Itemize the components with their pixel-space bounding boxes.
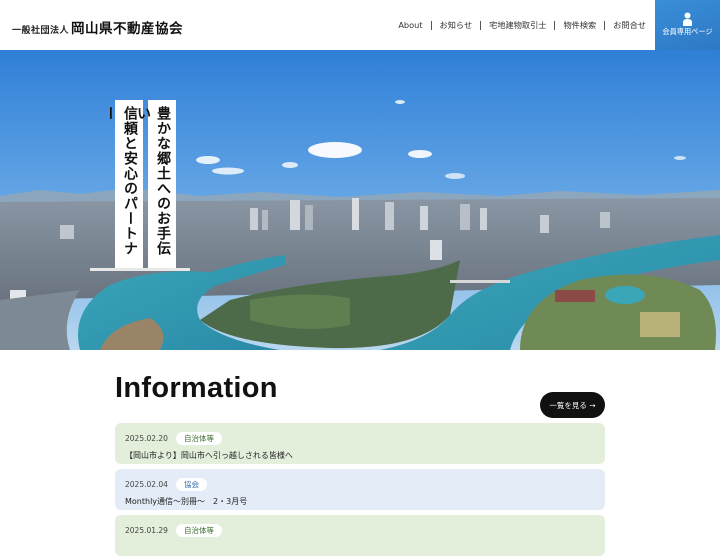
site-header: 一般社団法人 岡山県不動産協会 About お知らせ 宅地建物取引士 物件検索 …: [0, 0, 720, 50]
person-icon: [683, 12, 692, 26]
news-meta: 2025.01.29 自治体等: [125, 523, 595, 537]
news-date: 2025.02.20: [125, 433, 168, 443]
news-meta: 2025.02.20 自治体等: [125, 431, 595, 445]
information-title: Information: [115, 372, 278, 404]
logo-title: 岡山県不動産協会: [71, 21, 184, 37]
hero-tagline-trust: 信頼と安心のパートナー: [102, 100, 143, 268]
nav-contact[interactable]: お問合せ: [613, 19, 646, 31]
nav-divider: [554, 20, 556, 30]
hero-image: 信頼と安心のパートナー 豊かな郷土へのお手伝い: [0, 50, 720, 350]
nav-divider: [480, 20, 482, 30]
news-meta: 2025.02.04 協会: [125, 477, 595, 491]
main-nav: About お知らせ 宅地建物取引士 物件検索 お問合せ: [398, 19, 646, 31]
news-title: 【岡山市より】岡山市へ引っ越しされる皆様へ: [125, 451, 293, 460]
news-item[interactable]: 2025.01.29 自治体等: [115, 515, 605, 556]
member-page-label: 会員専用ページ: [662, 27, 713, 36]
news-category: 協会: [175, 477, 207, 491]
news-category: 自治体等: [175, 523, 222, 537]
site-logo[interactable]: 一般社団法人 岡山県不動産協会: [12, 17, 183, 37]
hero-tagline-hometown: 豊かな郷土へのお手伝い: [135, 100, 176, 268]
nav-divider: [604, 20, 606, 30]
nav-about[interactable]: About: [398, 20, 422, 30]
news-title: Monthly通信〜別冊〜 2・3月号: [125, 497, 248, 506]
nav-news[interactable]: お知らせ: [440, 19, 473, 31]
nav-divider: [430, 20, 432, 30]
news-item[interactable]: 2025.02.04 協会 Monthly通信〜別冊〜 2・3月号: [115, 469, 605, 510]
city-panorama: [0, 50, 720, 350]
nav-property-search[interactable]: 物件検索: [563, 19, 596, 31]
view-all-button[interactable]: 一覧を見る →: [540, 392, 605, 418]
news-category: 自治体等: [175, 431, 222, 445]
nav-license[interactable]: 宅地建物取引士: [489, 19, 546, 31]
news-date: 2025.02.04: [125, 479, 168, 489]
member-page-button[interactable]: 会員専用ページ: [655, 0, 720, 50]
news-item[interactable]: 2025.02.20 自治体等 【岡山市より】岡山市へ引っ越しされる皆様へ: [115, 423, 605, 464]
news-date: 2025.01.29: [125, 525, 168, 535]
logo-subtitle: 一般社団法人: [12, 26, 70, 36]
